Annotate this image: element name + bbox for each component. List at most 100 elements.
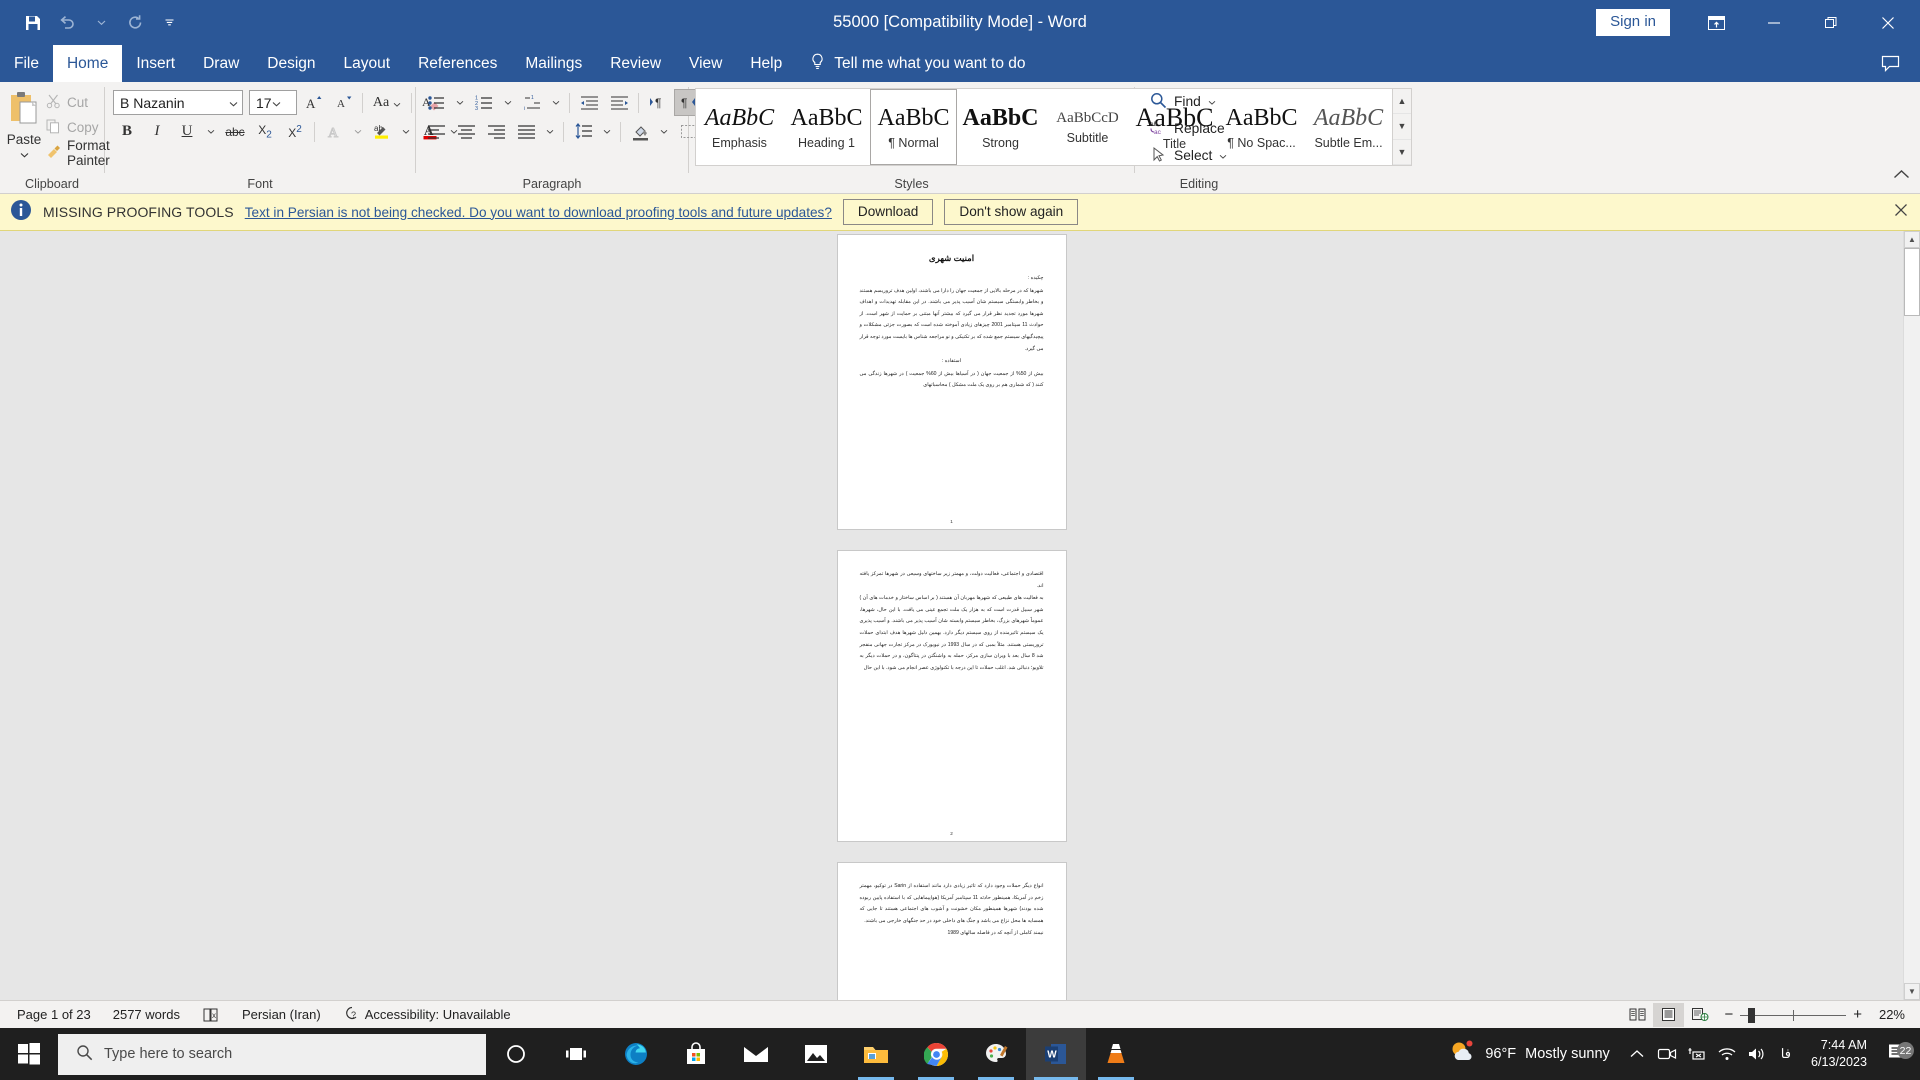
bullets-button[interactable]	[422, 89, 450, 116]
task-view-icon[interactable]	[546, 1028, 606, 1080]
microsoft-edge-icon[interactable]	[606, 1028, 666, 1080]
file-explorer-icon[interactable]	[846, 1028, 906, 1080]
decrease-font-size-icon[interactable]: A	[329, 89, 357, 116]
tab-help[interactable]: Help	[736, 45, 796, 82]
style-heading-1[interactable]: AaBbC Heading 1	[783, 89, 870, 165]
align-left-button[interactable]	[422, 118, 450, 145]
document-pages[interactable]: امنیت شهری چکیده : شهرها که در مرحله بال…	[0, 231, 1903, 1000]
proofing-errors-icon[interactable]: x	[191, 1003, 231, 1027]
dont-show-again-button[interactable]: Don't show again	[944, 199, 1078, 225]
scroll-down-icon[interactable]: ▼	[1904, 983, 1920, 1000]
bullets-chevron-down-icon[interactable]	[452, 89, 468, 116]
tab-insert[interactable]: Insert	[122, 45, 189, 82]
paste-button[interactable]: Paste	[6, 88, 42, 162]
tab-mailings[interactable]: Mailings	[511, 45, 596, 82]
cut-button[interactable]: Cut	[42, 90, 114, 115]
bold-button[interactable]: B	[113, 118, 141, 145]
copy-button[interactable]: Copy	[42, 115, 114, 140]
change-case-chevron-down-icon[interactable]	[393, 95, 401, 111]
text-effects-button[interactable]: A	[320, 118, 348, 145]
justify-button[interactable]	[512, 118, 540, 145]
zoom-out-button[interactable]: −	[1724, 1006, 1733, 1023]
multilevel-chevron-down-icon[interactable]	[548, 89, 564, 116]
font-name-input[interactable]: B Nazanin	[113, 90, 243, 115]
tab-references[interactable]: References	[404, 45, 511, 82]
italic-button[interactable]: I	[143, 118, 171, 145]
document-page-3[interactable]: انواع دیگر حملات وجود دارد که تاثیر زیاد…	[838, 863, 1066, 1000]
redo-icon[interactable]	[120, 8, 150, 38]
photos-icon[interactable]	[786, 1028, 846, 1080]
input-language-indicator[interactable]: فا	[1772, 1046, 1800, 1062]
style-subtle-emphasis[interactable]: AaBbC Subtle Em...	[1305, 89, 1392, 165]
cortana-icon[interactable]	[486, 1028, 546, 1080]
replace-button[interactable]: abac Replace	[1145, 115, 1230, 142]
tell-me-search[interactable]: Tell me what you want to do	[796, 45, 1025, 82]
tab-view[interactable]: View	[675, 45, 736, 82]
style-normal[interactable]: AaBbC ¶ Normal	[870, 89, 957, 165]
justify-chevron-down-icon[interactable]	[542, 118, 558, 145]
style-emphasis[interactable]: AaBbC Emphasis	[696, 89, 783, 165]
page-indicator[interactable]: Page 1 of 23	[6, 1003, 102, 1027]
download-button[interactable]: Download	[843, 199, 933, 225]
tab-layout[interactable]: Layout	[330, 45, 405, 82]
text-effects-chevron-down-icon[interactable]	[350, 118, 366, 145]
tab-design[interactable]: Design	[253, 45, 329, 82]
find-chevron-down-icon[interactable]	[1208, 94, 1216, 109]
font-size-chevron-down-icon[interactable]	[272, 95, 281, 111]
close-icon[interactable]	[1859, 0, 1916, 45]
text-highlight-color-button[interactable]: ab	[368, 118, 396, 145]
taskbar-search-box[interactable]: Type here to search	[58, 1034, 486, 1075]
document-page-2[interactable]: اقتصادی و اجتماعی، فعالیت دولت، و مهمتر …	[838, 551, 1066, 841]
zoom-slider-thumb[interactable]	[1748, 1008, 1755, 1023]
paint-icon[interactable]	[966, 1028, 1026, 1080]
chevron-up-icon[interactable]	[1622, 1049, 1652, 1059]
select-button[interactable]: Select	[1145, 142, 1232, 169]
undo-icon[interactable]	[52, 8, 82, 38]
scrollbar-track[interactable]	[1904, 248, 1920, 983]
word-icon[interactable]: W	[1026, 1028, 1086, 1080]
document-page-1[interactable]: امنیت شهری چکیده : شهرها که در مرحله بال…	[838, 235, 1066, 529]
styles-more-icon[interactable]: ▼	[1393, 140, 1411, 165]
zoom-level[interactable]: 22%	[1869, 1007, 1905, 1022]
zoom-control[interactable]: − + 22%	[1715, 1006, 1914, 1023]
volume-icon[interactable]	[1742, 1046, 1772, 1062]
word-count[interactable]: 2577 words	[102, 1003, 191, 1027]
comments-icon[interactable]	[1881, 45, 1920, 82]
decrease-indent-button[interactable]	[575, 89, 603, 116]
mail-icon[interactable]	[726, 1028, 786, 1080]
strikethrough-button[interactable]: abc	[221, 118, 249, 145]
save-icon[interactable]	[18, 8, 48, 38]
format-painter-button[interactable]: Format Painter	[42, 140, 114, 165]
multilevel-list-button[interactable]: 1i	[518, 89, 546, 116]
underline-button[interactable]: U	[173, 118, 201, 145]
vertical-scrollbar[interactable]: ▲ ▼	[1903, 231, 1920, 1000]
underline-chevron-down-icon[interactable]	[203, 118, 219, 145]
increase-indent-button[interactable]	[605, 89, 633, 116]
scroll-up-icon[interactable]: ▲	[1904, 231, 1920, 248]
restore-icon[interactable]	[1802, 0, 1859, 45]
read-mode-view-button[interactable]	[1622, 1003, 1653, 1027]
notifications-button[interactable]: 22	[1878, 1043, 1916, 1065]
change-case-button[interactable]: Aa	[368, 89, 406, 116]
styles-scroll-down-icon[interactable]: ▼	[1393, 114, 1411, 139]
increase-font-size-icon[interactable]: A	[299, 89, 327, 116]
styles-scroll-up-icon[interactable]: ▲	[1393, 89, 1411, 114]
style-subtitle[interactable]: AaBbCcD Subtitle	[1044, 89, 1131, 165]
shading-button[interactable]	[626, 118, 654, 145]
web-layout-view-button[interactable]	[1684, 1003, 1715, 1027]
line-spacing-chevron-down-icon[interactable]	[599, 118, 615, 145]
tab-review[interactable]: Review	[596, 45, 675, 82]
font-name-chevron-down-icon[interactable]	[229, 95, 238, 111]
accessibility-indicator[interactable]: ? Accessibility: Unavailable	[332, 1003, 522, 1027]
select-chevron-down-icon[interactable]	[1219, 148, 1227, 163]
scrollbar-thumb[interactable]	[1904, 248, 1920, 316]
minimize-icon[interactable]	[1745, 0, 1802, 45]
meet-now-icon[interactable]	[1652, 1046, 1682, 1062]
clock[interactable]: 7:44 AM 6/13/2023	[1800, 1037, 1878, 1071]
highlight-chevron-down-icon[interactable]	[398, 118, 414, 145]
align-right-button[interactable]	[482, 118, 510, 145]
customize-quick-access-icon[interactable]	[154, 8, 184, 38]
sign-in-button[interactable]: Sign in	[1596, 9, 1670, 36]
language-indicator[interactable]: Persian (Iran)	[231, 1003, 332, 1027]
start-button[interactable]	[0, 1028, 58, 1080]
